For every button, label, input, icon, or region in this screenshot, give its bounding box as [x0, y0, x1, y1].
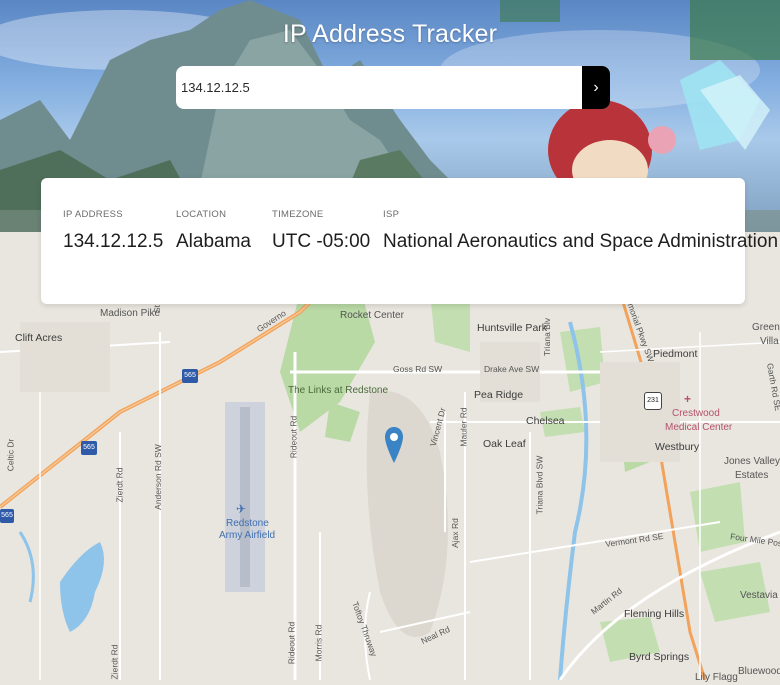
map-label: The Links at Redstone [288, 385, 389, 396]
map-label: Bluewood [738, 666, 780, 677]
location-value: Alabama [176, 231, 251, 252]
airplane-icon: ✈ [236, 502, 247, 516]
road-label: Mauler Rd [458, 407, 469, 447]
map-label: Crestwood [672, 408, 720, 419]
timezone-label: TIMEZONE [272, 209, 324, 220]
map-label: Army Airfield [219, 530, 276, 541]
search-submit-button[interactable]: › [582, 66, 610, 109]
ip-search-form: › [176, 66, 610, 109]
map-label: Lily Flagg [695, 672, 738, 683]
road-label: Rideout Rd [286, 621, 297, 665]
road-label: Goss Rd SW [393, 364, 443, 374]
interstate-shield: 565 [81, 441, 97, 455]
road-label: Zierdt Rd [114, 467, 125, 503]
road-label: Drake Ave SW [484, 364, 540, 374]
timezone-value: UTC -05:00 [272, 231, 371, 252]
us-route-shield: 231 [644, 392, 662, 410]
map-label: Rocket Center [340, 310, 404, 321]
map-label: Vestavia B [740, 590, 780, 601]
road-label: St [152, 304, 163, 314]
map-label: Oak Leaf [483, 438, 526, 450]
isp-column: ISP National Aeronautics and Space Admin… [383, 209, 778, 253]
road-label: Ajax Rd [449, 518, 460, 548]
map-label: Jones Valley [724, 456, 780, 467]
location-pin-icon[interactable] [384, 426, 404, 464]
ip-address-value: 134.12.12.5 [63, 231, 164, 252]
map-label: Redstone [226, 518, 269, 529]
ip-info-card: IP ADDRESS 134.12.12.5 LOCATION Alabama … [41, 178, 778, 304]
timezone-column: TIMEZONE UTC -05:00 [272, 209, 370, 253]
interstate-shield: 565 [0, 509, 14, 523]
map-label: Villa [760, 336, 779, 347]
map-label: Chelsea [526, 415, 565, 427]
map-label: Huntsville Park [477, 322, 548, 334]
ip-search-input[interactable] [176, 66, 582, 109]
medical-cross-icon: + [684, 392, 692, 406]
location-column: LOCATION Alabama [176, 209, 251, 253]
isp-label: ISP [383, 209, 400, 220]
road-label: Rideout Rd [288, 415, 299, 459]
map-label: Fleming Hills [624, 608, 685, 620]
map-label: Pea Ridge [474, 389, 524, 401]
map-label: Byrd Springs [629, 651, 690, 663]
road-label: Triana Blv [541, 318, 552, 356]
isp-value: National Aeronautics and Space Administr… [383, 231, 779, 252]
map-label: Estates [735, 470, 769, 481]
interstate-shield: 565 [182, 369, 198, 383]
page-title: IP Address Tracker [282, 20, 498, 48]
ip-address-label: IP ADDRESS [63, 209, 123, 220]
map-label: Piedmont [653, 348, 698, 360]
road-label: Triana Blvd SW [534, 455, 545, 515]
ip-address-column: IP ADDRESS 134.12.12.5 [63, 209, 163, 253]
map-label: Clift Acres [15, 332, 63, 344]
road-label: Anderson Rd SW [152, 444, 163, 510]
chevron-right-icon: › [593, 78, 599, 96]
road-label: Zierdt Rd [109, 644, 120, 680]
map-label: Westbury [655, 441, 700, 453]
map-label: Medical Center [665, 422, 733, 433]
map-label: Madison Pike [100, 308, 161, 319]
road-label: Celtic Dr [5, 438, 16, 472]
map-label: Green [752, 322, 780, 333]
road-label: Morris Rd [313, 624, 324, 662]
location-label: LOCATION [176, 209, 227, 220]
